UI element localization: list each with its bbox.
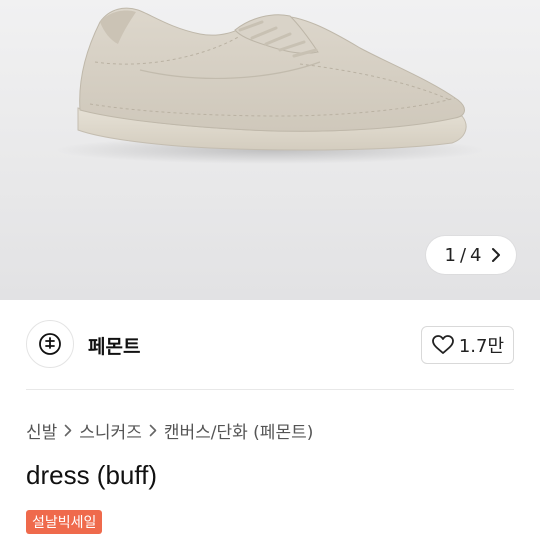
store-name[interactable]: 페몬트 xyxy=(88,332,140,359)
store-info: 페몬트 1.7만 xyxy=(26,320,514,370)
chevron-right-icon xyxy=(149,424,157,437)
divider xyxy=(26,389,514,390)
store-logo-icon[interactable] xyxy=(26,320,74,368)
image-counter-current: 1 xyxy=(444,244,456,266)
breadcrumb-item-sneakers[interactable]: 스니커즈 xyxy=(79,418,142,443)
image-counter-total: 4 xyxy=(470,244,482,266)
heart-outline-icon xyxy=(431,335,454,355)
like-count: 1.7만 xyxy=(458,336,504,357)
chevron-right-icon[interactable] xyxy=(491,247,501,263)
breadcrumb-item-canvas[interactable]: 캔버스/단화 (페몬트) xyxy=(164,418,314,443)
sale-badge: 설날빅세일 xyxy=(26,510,103,534)
chevron-right-icon xyxy=(64,424,72,437)
breadcrumb-item-shoes[interactable]: 신발 xyxy=(26,418,57,443)
like-button[interactable]: 1.7만 xyxy=(420,326,514,364)
product-image-gallery[interactable]: 1 / 4 xyxy=(0,0,540,300)
product-title: dress (buff) xyxy=(26,460,158,490)
image-counter[interactable]: 1 / 4 xyxy=(426,236,516,274)
breadcrumb: 신발 스니커즈 캔버스/단화 (페몬트) xyxy=(26,418,313,443)
image-counter-separator: / xyxy=(459,244,467,266)
